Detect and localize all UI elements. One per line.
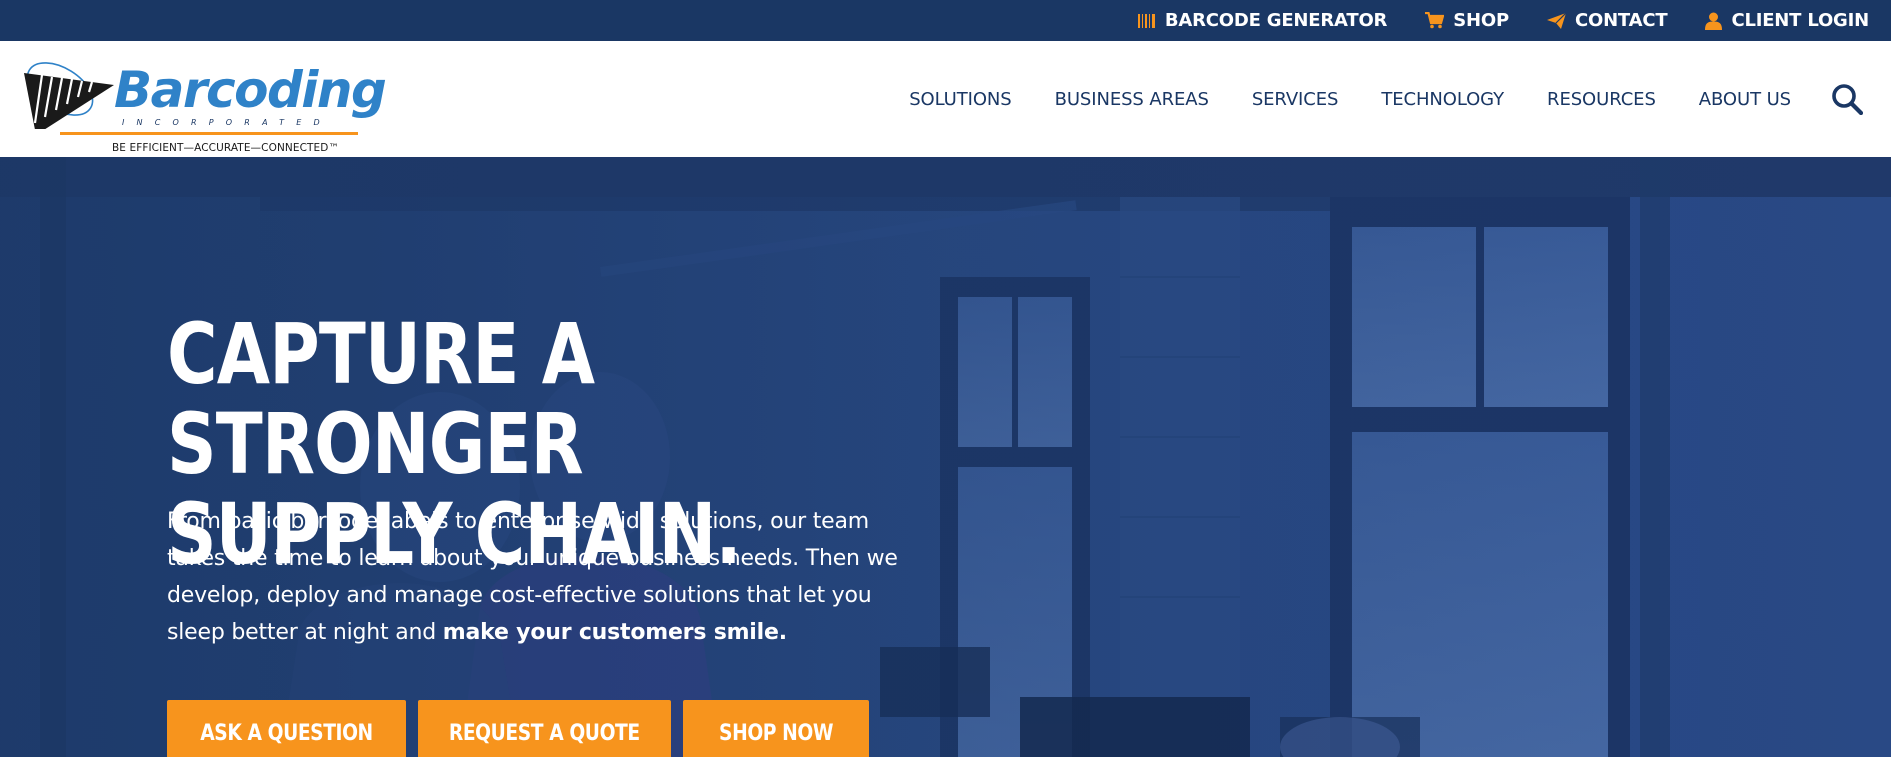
contact-label: CONTACT [1574,10,1668,31]
cart-icon [1425,12,1445,29]
logo-tagline: BE EFFICIENT—ACCURATE—CONNECTED™ [112,142,340,154]
request-a-quote-button[interactable]: REQUEST A QUOTE [418,700,671,757]
nav-solutions[interactable]: SOLUTIONS [909,89,1011,110]
ask-a-question-label: ASK A QUESTION [200,720,373,746]
contact-link[interactable]: CONTACT [1546,10,1668,31]
shop-link[interactable]: SHOP [1425,10,1509,31]
hero-title-line1: CAPTURE A STRONGER [167,305,595,493]
nav-technology[interactable]: TECHNOLOGY [1381,89,1504,110]
client-login-link[interactable]: CLIENT LOGIN [1705,10,1869,31]
cta-row: ASK A QUESTION REQUEST A QUOTE SHOP NOW [167,700,881,757]
shop-now-label: SHOP NOW [718,720,834,746]
nav-business-areas[interactable]: BUSINESS AREAS [1055,89,1209,110]
search-button[interactable] [1831,83,1864,119]
barcode-generator-label: BARCODE GENERATOR [1164,10,1388,31]
logo-incorporated: INCORPORATED [122,118,332,127]
logo[interactable]: Barcoding INCORPORATED BE EFFICIENT—ACCU… [22,51,387,154]
main-nav: SOLUTIONS BUSINESS AREAS SERVICES TECHNO… [866,41,1791,157]
client-login-label: CLIENT LOGIN [1731,10,1869,31]
ask-a-question-button[interactable]: ASK A QUESTION [167,700,406,757]
logo-rule [60,132,358,135]
nav-services[interactable]: SERVICES [1252,89,1339,110]
site-header: Barcoding INCORPORATED BE EFFICIENT—ACCU… [0,41,1891,157]
barcode-generator-link[interactable]: BARCODE GENERATOR [1137,10,1388,31]
paper-plane-icon [1546,12,1566,29]
barcode-icon [1137,13,1155,28]
nav-about-us[interactable]: ABOUT US [1699,89,1791,110]
search-icon [1832,84,1864,116]
nav-resources[interactable]: RESOURCES [1547,89,1656,110]
request-a-quote-label: REQUEST A QUOTE [449,720,640,746]
logo-wordmark: Barcoding [114,61,387,119]
hero-description: From basic barcode labels to enterprise-… [167,503,927,651]
shop-now-button[interactable]: SHOP NOW [683,700,869,757]
hero-section: CAPTURE A STRONGER SUPPLY CHAIN. From ba… [0,157,1891,757]
hero-description-emphasis: make your customers smile. [442,620,787,645]
shop-label: SHOP [1453,10,1509,31]
user-icon [1705,12,1723,30]
utility-bar: BARCODE GENERATOR SHOP CONTACT CLIENT LO… [0,0,1891,41]
